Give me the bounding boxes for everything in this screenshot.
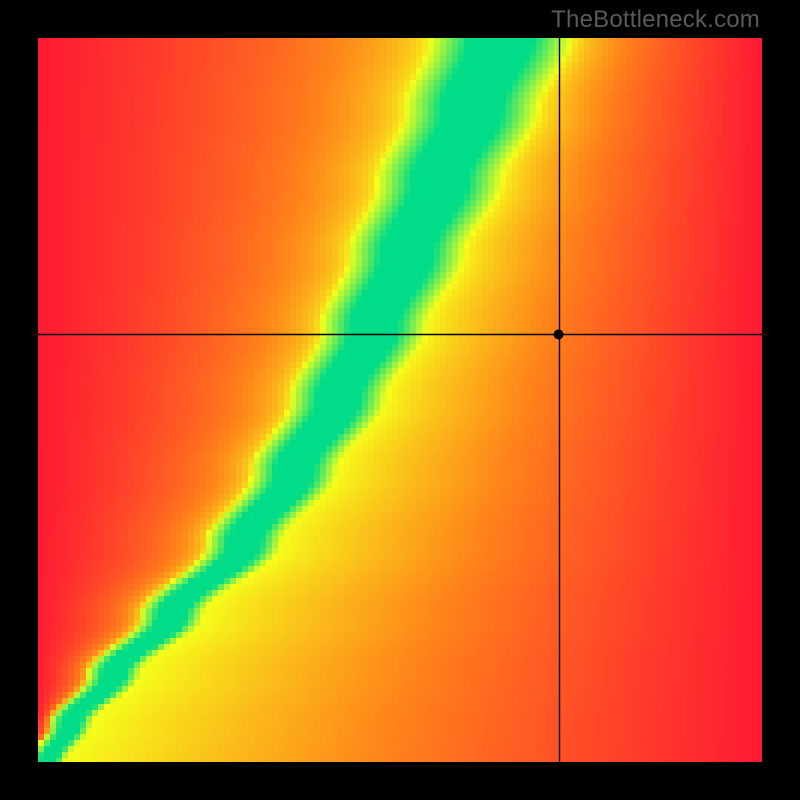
chart-frame: TheBottleneck.com (0, 0, 800, 800)
heatmap-plot (38, 38, 762, 762)
watermark-text: TheBottleneck.com (551, 6, 760, 34)
overlay-canvas (38, 38, 762, 762)
